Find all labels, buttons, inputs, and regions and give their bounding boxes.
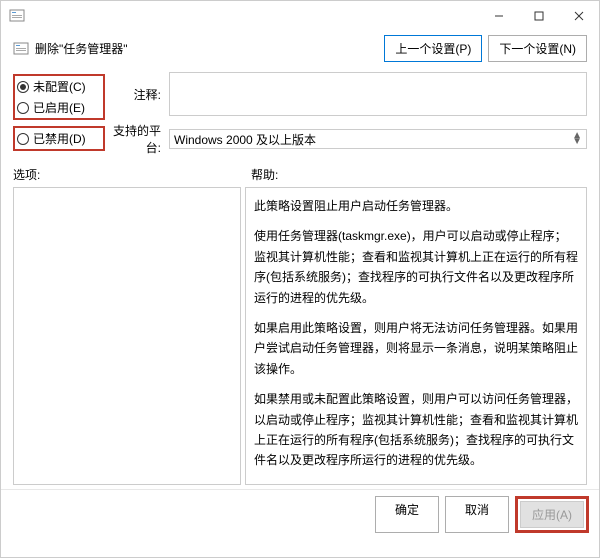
help-p2: 使用任务管理器(taskmgr.exe)，用户可以启动或停止程序；监视其计算机性… <box>254 226 578 308</box>
cancel-button[interactable]: 取消 <box>445 496 509 533</box>
titlebar <box>1 1 599 31</box>
previous-setting-button[interactable]: 上一个设置(P) <box>384 35 482 62</box>
window-controls <box>479 1 599 31</box>
config-area: 未配置(C) 已启用(E) 已禁用(D) 注释: 支持的平台: Windows … <box>1 70 599 162</box>
policy-icon <box>13 41 29 57</box>
help-p4: 如果禁用或未配置此策略设置，则用户可以访问任务管理器，以启动或停止程序；监视其计… <box>254 389 578 471</box>
apply-highlight: 应用(A) <box>515 496 589 533</box>
minimize-button[interactable] <box>479 1 519 31</box>
section-labels: 选项: 帮助: <box>1 162 599 185</box>
help-panel[interactable]: 此策略设置阻止用户启动任务管理器。 使用任务管理器(taskmgr.exe)，用… <box>245 187 587 485</box>
header-row: 删除"任务管理器" 上一个设置(P) 下一个设置(N) <box>1 31 599 70</box>
radio-label: 已禁用(D) <box>33 130 86 147</box>
chevron-updown-icon: ▲▼ <box>572 133 582 145</box>
radio-enabled[interactable]: 已启用(E) <box>15 97 103 118</box>
platform-value: Windows 2000 及以上版本 <box>174 131 316 148</box>
footer: 确定 取消 应用(A) <box>1 489 599 539</box>
next-setting-button[interactable]: 下一个设置(N) <box>488 35 587 62</box>
policy-title: 删除"任务管理器" <box>35 40 128 57</box>
ok-button[interactable]: 确定 <box>375 496 439 533</box>
platform-select[interactable]: Windows 2000 及以上版本 ▲▼ <box>169 129 587 149</box>
close-button[interactable] <box>559 1 599 31</box>
help-label: 帮助: <box>251 166 587 183</box>
platform-label: 支持的平台: <box>105 122 165 156</box>
help-p1: 此策略设置阻止用户启动任务管理器。 <box>254 196 578 216</box>
panels: 此策略设置阻止用户启动任务管理器。 使用任务管理器(taskmgr.exe)，用… <box>1 185 599 489</box>
help-p3: 如果启用此策略设置，则用户将无法访问任务管理器。如果用户尝试启动任务管理器，则将… <box>254 318 578 379</box>
options-label: 选项: <box>13 166 251 183</box>
radio-label: 未配置(C) <box>33 78 86 95</box>
comment-label: 注释: <box>105 86 165 103</box>
comment-input[interactable] <box>169 72 587 116</box>
radio-label: 已启用(E) <box>33 99 85 116</box>
apply-button[interactable]: 应用(A) <box>520 501 584 528</box>
radio-disabled[interactable]: 已禁用(D) <box>15 128 103 149</box>
radio-group: 未配置(C) 已启用(E) 已禁用(D) <box>13 72 105 156</box>
maximize-button[interactable] <box>519 1 559 31</box>
options-panel <box>13 187 241 485</box>
gpedit-icon <box>9 8 25 24</box>
fields-col: 注释: 支持的平台: Windows 2000 及以上版本 ▲▼ <box>105 72 587 156</box>
radio-not-configured[interactable]: 未配置(C) <box>15 76 103 97</box>
